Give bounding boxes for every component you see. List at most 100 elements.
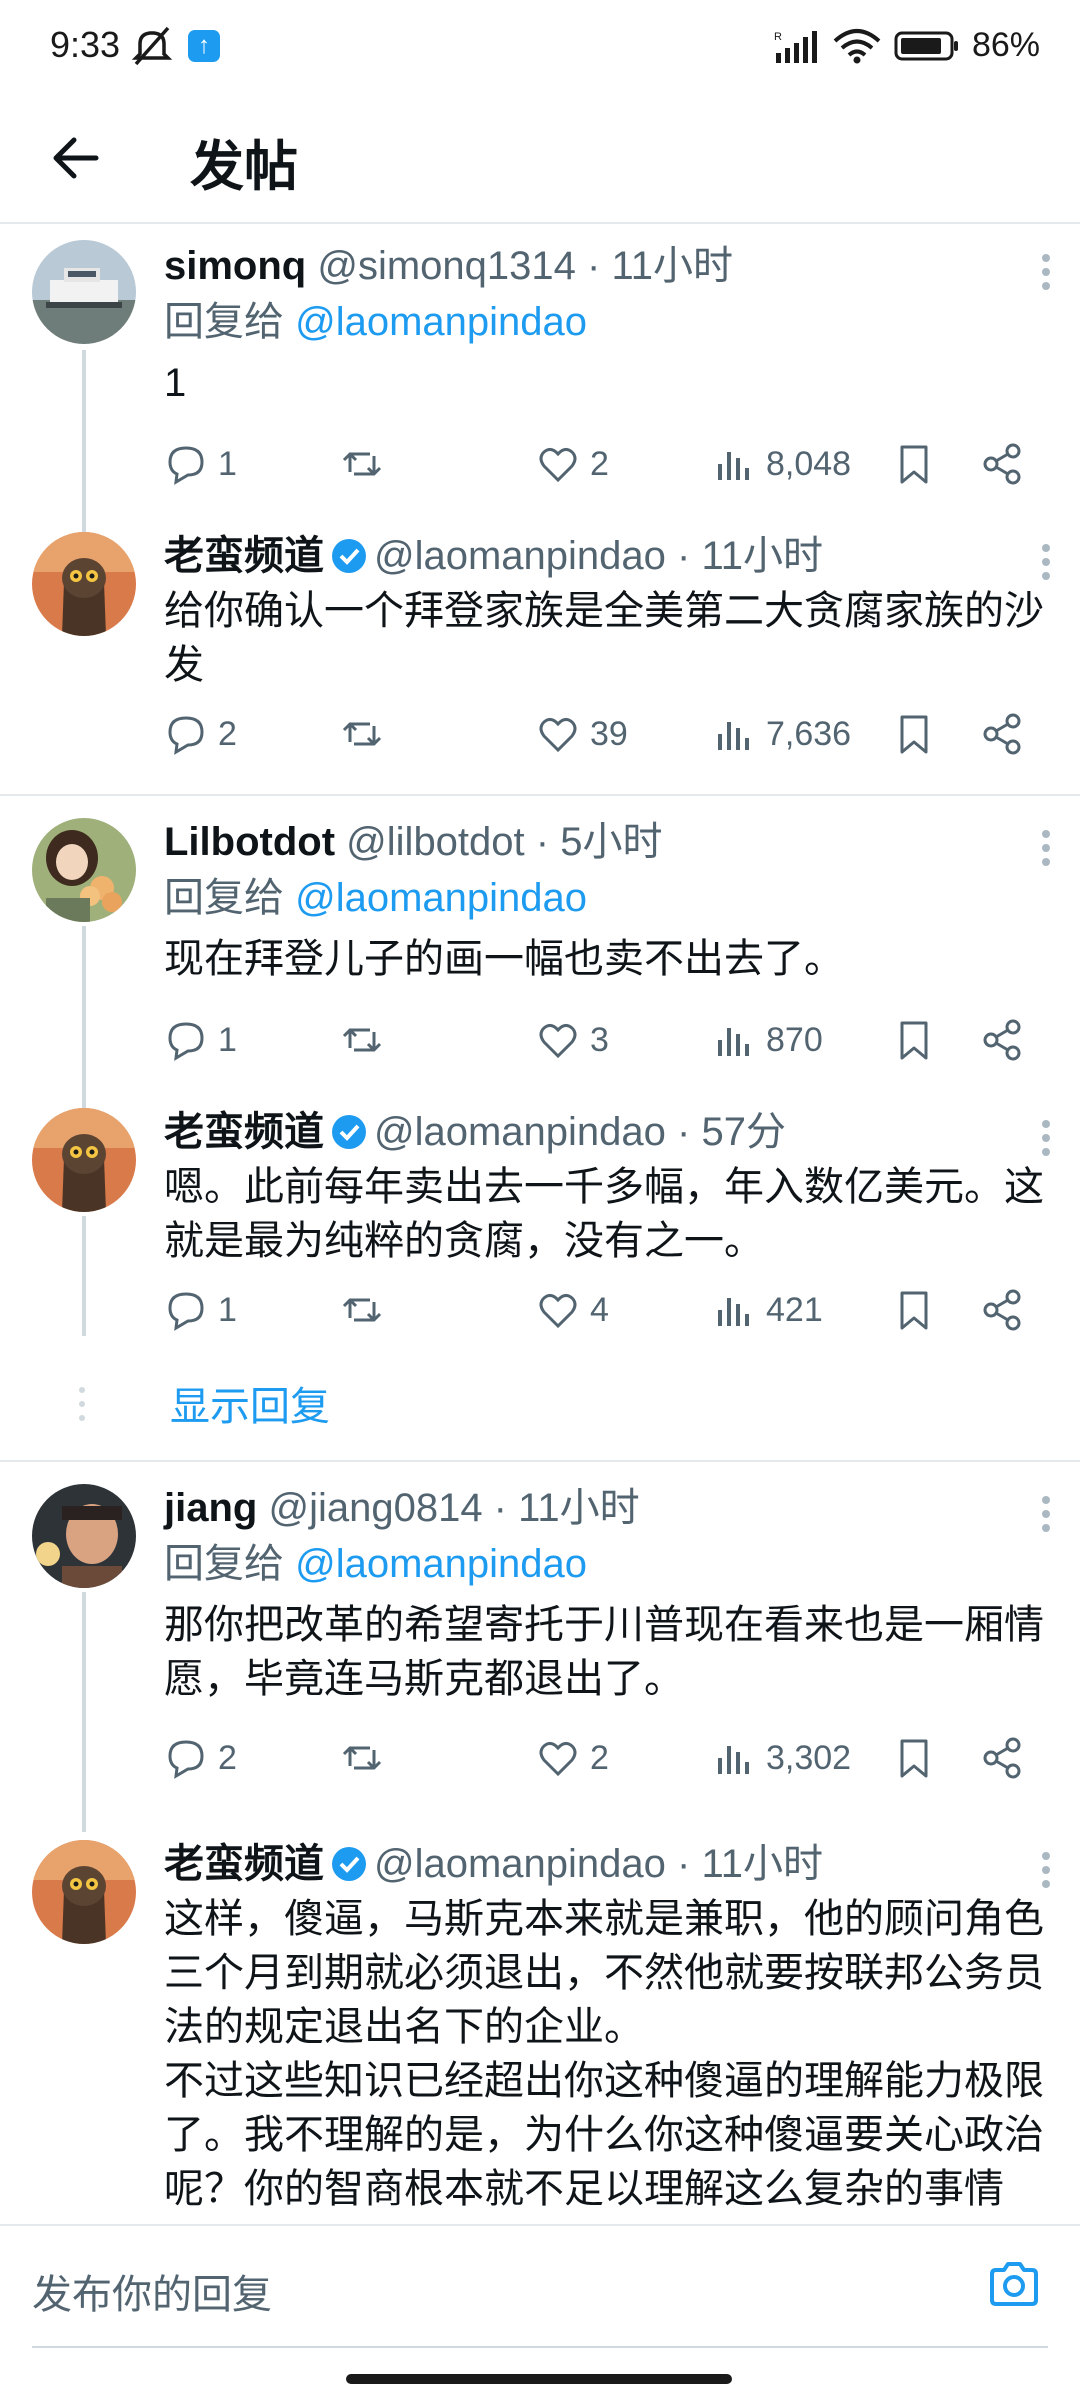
reply-count: 2: [218, 714, 237, 753]
bookmark-action[interactable]: [892, 1280, 936, 1340]
like-action[interactable]: 3: [536, 1010, 609, 1070]
upload-notification-icon: ↑: [188, 30, 220, 62]
reply-composer: 发布你的回复: [0, 2224, 1080, 2402]
tweet[interactable]: 老蛮频道 @laomanpindao · 57分 嗯。此前每年卖出去一千多幅，年入…: [0, 1104, 1080, 1384]
heart-icon: [539, 1741, 577, 1777]
avatar[interactable]: [32, 1108, 136, 1212]
author-name[interactable]: simonq: [164, 244, 306, 288]
avatar[interactable]: [32, 1840, 136, 1944]
retweet-action[interactable]: [340, 1728, 384, 1788]
action-bar: 2 39 7,636: [164, 704, 1044, 764]
avatar[interactable]: [32, 532, 136, 636]
verified-badge-icon: [332, 1115, 366, 1149]
reply-action[interactable]: 1: [164, 434, 237, 494]
more-options-icon[interactable]: [1040, 1494, 1052, 1534]
more-options-icon[interactable]: [1040, 828, 1052, 868]
share-icon: [983, 1289, 1021, 1331]
author-name[interactable]: 老蛮频道: [164, 1110, 324, 1154]
tweet[interactable]: 老蛮频道 @laomanpindao · 11小时 这样，傻逼，马斯克本来就是兼职…: [0, 1836, 1080, 2224]
reply-to-mention[interactable]: @laomanpindao: [295, 300, 587, 344]
boat-avatar-icon: [32, 240, 136, 344]
reply-action[interactable]: 2: [164, 1728, 237, 1788]
author-name[interactable]: jiang: [164, 1486, 257, 1530]
bookmark-action[interactable]: [892, 1728, 936, 1788]
retweet-action[interactable]: [340, 1010, 384, 1070]
verified-badge-icon: [332, 1847, 366, 1881]
views-count: 870: [766, 1020, 823, 1059]
bookmark-action[interactable]: [892, 434, 936, 494]
thread-line: [82, 1592, 86, 1832]
retweet-action[interactable]: [340, 704, 384, 764]
author-name[interactable]: 老蛮频道: [164, 1842, 324, 1886]
tweet[interactable]: 老蛮频道 @laomanpindao · 11小时 给你确认一个拜登家族是全美第二…: [0, 528, 1080, 798]
views-action[interactable]: 8,048: [712, 434, 851, 494]
thread-line: [82, 926, 86, 1126]
tweet-text: 嗯。此前每年卖出去一千多幅，年入数亿美元。这就是最为纯粹的贪腐，没有之一。: [164, 1165, 1044, 1263]
avatar[interactable]: [32, 1484, 136, 1588]
retweet-action[interactable]: [340, 434, 384, 494]
bookmark-action[interactable]: [892, 704, 936, 764]
reply-action[interactable]: 1: [164, 1010, 237, 1070]
reply-to-prefix: 回复给: [164, 300, 296, 344]
tweet[interactable]: simonq @simonq1314 · 11小时 回复给 @laomanpin…: [0, 238, 1080, 540]
like-action[interactable]: 2: [536, 434, 609, 494]
tweet-header: 老蛮频道 @laomanpindao · 11小时: [164, 1836, 823, 1892]
status-bar: 9:33 ↑ R 86%: [0, 0, 1080, 96]
author-handle-time: @jiang0814 · 11小时: [268, 1486, 640, 1530]
girl-avatar-icon: [32, 818, 136, 922]
like-action[interactable]: 4: [536, 1280, 609, 1340]
author-handle-time: @laomanpindao · 11小时: [374, 1842, 823, 1886]
like-count: 4: [590, 1290, 609, 1329]
more-options-icon[interactable]: [1040, 1850, 1052, 1890]
reply-action[interactable]: 2: [164, 704, 237, 764]
home-indicator[interactable]: [346, 2374, 732, 2384]
bookmark-icon: [900, 1021, 928, 1060]
like-count: 2: [590, 444, 609, 483]
reply-feed[interactable]: simonq @simonq1314 · 11小时 回复给 @laomanpin…: [0, 224, 1080, 2224]
retweet-action[interactable]: [340, 1280, 384, 1340]
back-arrow-icon[interactable]: [44, 126, 108, 190]
show-replies-link[interactable]: 显示回复: [170, 1374, 330, 1432]
views-action[interactable]: 870: [712, 1010, 823, 1070]
author-name[interactable]: 老蛮频道: [164, 534, 324, 578]
share-action[interactable]: [980, 1728, 1024, 1788]
like-action[interactable]: 2: [536, 1728, 609, 1788]
tweet-text: 1: [164, 361, 187, 405]
tweet-header: Lilbotdot @lilbotdot · 5小时: [164, 814, 662, 870]
like-action[interactable]: 39: [536, 704, 628, 764]
author-name[interactable]: Lilbotdot: [164, 820, 335, 864]
reply-action[interactable]: 1: [164, 1280, 237, 1340]
more-options-icon[interactable]: [1040, 252, 1052, 292]
views-icon: [718, 452, 749, 480]
reply-to-mention[interactable]: @laomanpindao: [295, 876, 587, 920]
retweet-icon: [342, 1746, 382, 1770]
reply-input[interactable]: 发布你的回复: [32, 2262, 272, 2320]
share-action[interactable]: [980, 704, 1024, 764]
like-count: 2: [590, 1738, 609, 1777]
share-action[interactable]: [980, 434, 1024, 494]
avatar[interactable]: [32, 818, 136, 922]
camera-icon[interactable]: [986, 2256, 1042, 2312]
views-action[interactable]: 3,302: [712, 1728, 851, 1788]
views-action[interactable]: 421: [712, 1280, 823, 1340]
more-options-icon[interactable]: [1040, 1118, 1052, 1158]
like-count: 39: [590, 714, 628, 753]
tweet-text: 现在拜登儿子的画一幅也卖不出去了。: [164, 937, 844, 981]
share-action[interactable]: [980, 1010, 1024, 1070]
reply-to-prefix: 回复给: [164, 876, 296, 920]
thread-divider: [0, 1460, 1080, 1462]
thread-continuation-dots-icon: [79, 1387, 85, 1421]
tweet-header: 老蛮频道 @laomanpindao · 11小时: [164, 528, 823, 584]
bookmark-icon: [900, 1739, 928, 1778]
bookmark-action[interactable]: [892, 1010, 936, 1070]
reply-to-mention[interactable]: @laomanpindao: [295, 1542, 587, 1586]
bookmark-icon: [900, 445, 928, 484]
tweet[interactable]: Lilbotdot @lilbotdot · 5小时 回复给 @laomanpi…: [0, 814, 1080, 1126]
views-count: 421: [766, 1290, 823, 1329]
tweet[interactable]: jiang @jiang0814 · 11小时 回复给 @laomanpinda…: [0, 1480, 1080, 1832]
reply-icon: [168, 1292, 204, 1331]
views-action[interactable]: 7,636: [712, 704, 851, 764]
avatar[interactable]: [32, 240, 136, 344]
share-action[interactable]: [980, 1280, 1024, 1340]
more-options-icon[interactable]: [1040, 542, 1052, 582]
